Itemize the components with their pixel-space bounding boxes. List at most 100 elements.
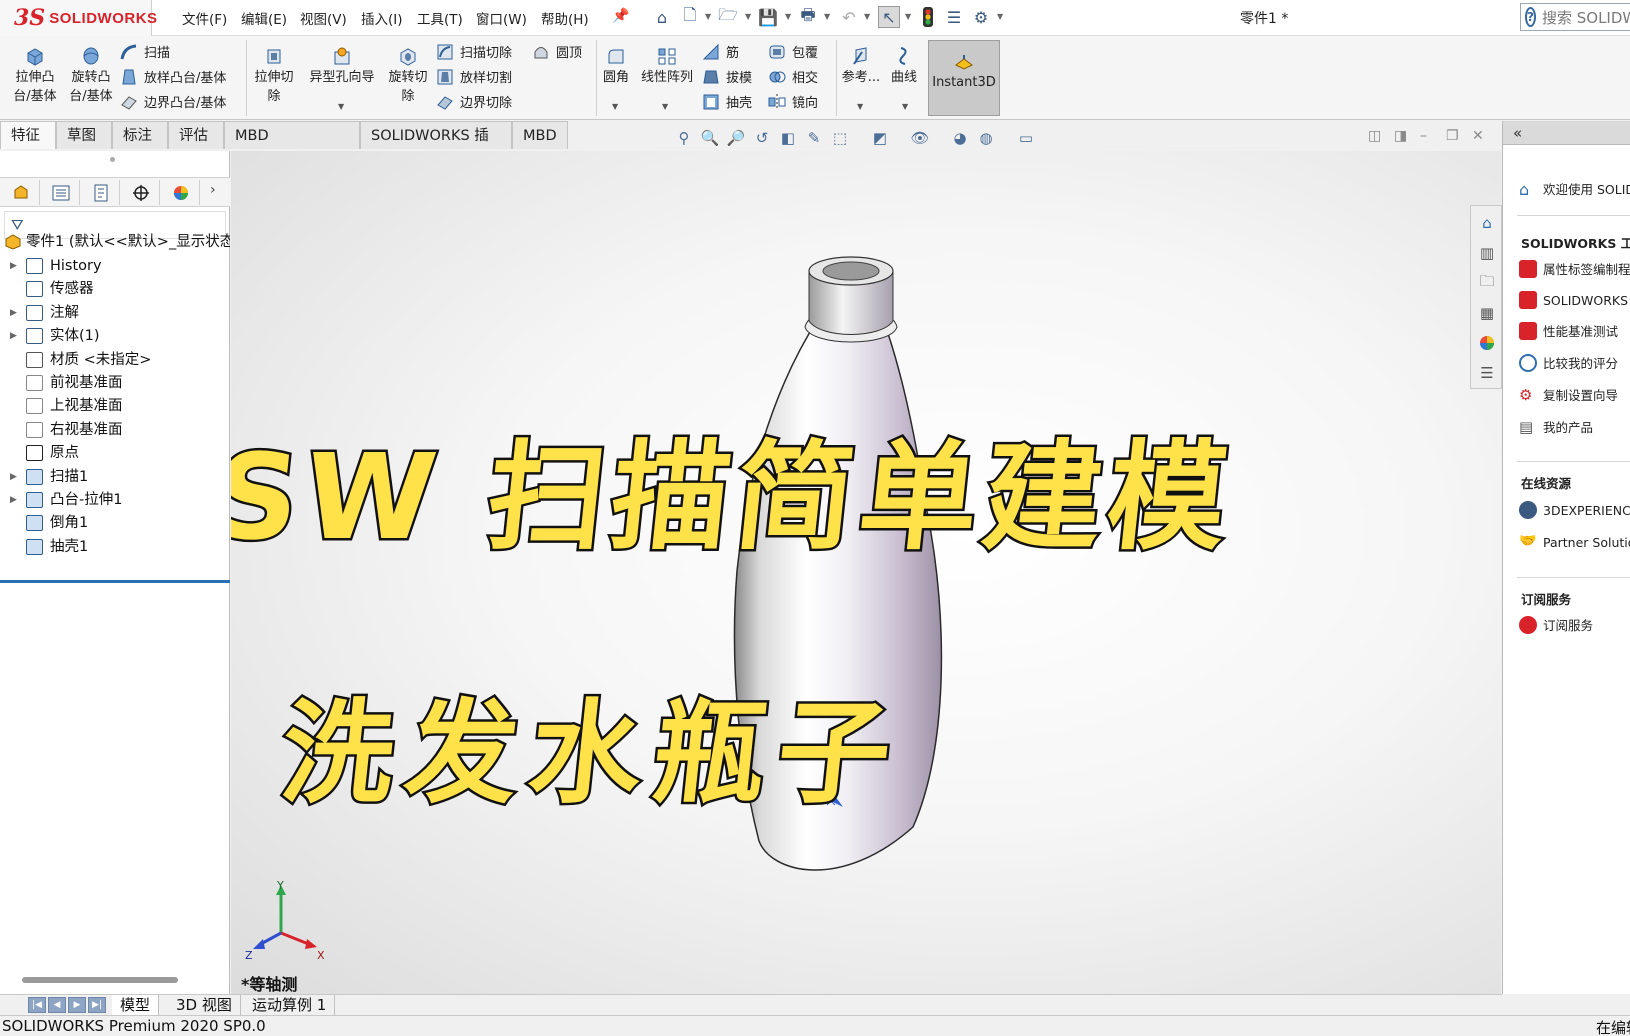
view-settings-icon[interactable]: ▭ [1016, 128, 1036, 148]
shell-button[interactable]: 抽壳 [702, 92, 752, 111]
tp-tool-compare-score[interactable]: 比较我的评分 [1519, 353, 1618, 372]
select-arrow-icon[interactable]: ↖ [878, 6, 900, 28]
first-tab-arrow-icon[interactable]: |◀ [28, 997, 46, 1013]
tab-features[interactable]: 特征 [0, 121, 56, 149]
display-manager-icon[interactable] [162, 180, 200, 205]
loft-boss-button[interactable]: 放样凸台/基体 [120, 67, 226, 86]
dimxpert-manager-icon[interactable] [122, 180, 160, 205]
menu-help[interactable]: 帮助(H) [541, 8, 589, 28]
lofted-cut-button[interactable]: 放样切割 [436, 67, 512, 86]
task-pane-collapse[interactable]: « [1503, 121, 1630, 145]
menu-edit[interactable]: 编辑(E) [241, 8, 287, 28]
solidworks-logo[interactable]: 3S SOLIDWORKS [0, 0, 157, 36]
expand-arrow-icon[interactable]: ▶ [10, 302, 17, 324]
tp-tool-copy-settings-wizard[interactable]: ⚙ 复制设置向导 [1519, 385, 1618, 404]
view-palette-icon[interactable]: ▦ [1476, 302, 1498, 324]
graphics-area[interactable]: SW 扫描简单建模 洗发水瓶子 Y X Z *等轴测 [231, 151, 1501, 994]
print-dropdown-arrow[interactable]: ▼ [824, 12, 830, 21]
menu-insert[interactable]: 插入(I) [361, 8, 403, 28]
fillet-dropdown-arrow[interactable]: ▼ [612, 102, 618, 111]
tree-item-front-plane[interactable]: 前视基准面 [0, 372, 230, 394]
options-gear-icon[interactable]: ⚙ [970, 6, 992, 28]
tab-solidworks-addins[interactable]: SOLIDWORKS 插件 [360, 121, 512, 172]
save-icon[interactable]: 💾 [757, 6, 779, 28]
configuration-manager-icon[interactable] [82, 180, 120, 205]
boundary-cut-button[interactable]: 边界切除 [436, 92, 512, 111]
view-orientation-cube-icon[interactable]: ⬚ [830, 128, 850, 148]
appearances-scenes-icon[interactable] [1476, 332, 1498, 354]
tp-tool-performance-benchmark[interactable]: 性能基准测试 [1519, 321, 1618, 340]
minimize-icon[interactable]: – [1420, 128, 1427, 144]
reference-dropdown-arrow[interactable]: ▼ [857, 102, 863, 111]
menu-tools[interactable]: 工具(T) [417, 8, 463, 28]
mirror-button[interactable]: 镜向 [768, 92, 818, 111]
extrude-boss-button[interactable]: 拉伸凸 台/基体 [10, 46, 60, 106]
previous-tab-arrow-icon[interactable]: ◀ [48, 997, 66, 1013]
home-icon[interactable]: ⌂ [651, 6, 673, 28]
tab-mbd-dimensions[interactable]: MBD Dimensions [224, 121, 360, 172]
hole-wizard-button[interactable]: 异型孔向导 [304, 46, 380, 87]
tab-motion-study-1[interactable]: 运动算例 1 [244, 995, 336, 1015]
rib-button[interactable]: 筋 [702, 42, 739, 61]
undo-dropdown-arrow[interactable]: ▼ [864, 12, 870, 21]
view-orientation-icon[interactable]: ⚲ [674, 128, 694, 148]
previous-view-icon[interactable]: ↺ [752, 128, 772, 148]
boundary-boss-button[interactable]: 边界凸台/基体 [120, 92, 226, 111]
hole-wizard-dropdown-arrow[interactable]: ▼ [338, 102, 344, 111]
panel-grip-icon[interactable] [110, 157, 115, 162]
tree-root-part[interactable]: 零件1 (默认<<默认>_显示状态 1>) [0, 231, 230, 253]
tab-3d-views[interactable]: 3D 视图 [168, 995, 241, 1015]
tree-item-annotations[interactable]: ▶ 注解 [0, 302, 230, 324]
expand-arrow-icon[interactable]: ▶ [10, 489, 17, 511]
property-manager-icon[interactable] [42, 180, 80, 205]
menu-file[interactable]: 文件(F) [182, 8, 227, 28]
horizontal-scrollbar[interactable] [22, 977, 178, 983]
tab-sketch[interactable]: 草图 [56, 121, 112, 149]
fillet-button[interactable]: 圆角 [600, 46, 632, 87]
tp-subscription-services[interactable]: 订阅服务 [1519, 615, 1593, 634]
tile-right-icon[interactable]: ◨ [1394, 128, 1407, 144]
open-dropdown-arrow[interactable]: ▼ [745, 12, 751, 21]
tab-mbd[interactable]: MBD [512, 121, 568, 149]
tp-tool-property-tab-builder[interactable]: 属性标签编制程序 [1519, 259, 1630, 278]
new-dropdown-arrow[interactable]: ▼ [705, 12, 711, 21]
intersect-button[interactable]: 相交 [768, 67, 818, 86]
next-tab-arrow-icon[interactable]: ▶ [68, 997, 86, 1013]
tp-tool-my-products[interactable]: ▤ 我的产品 [1519, 417, 1593, 436]
wrap-button[interactable]: 包覆 [768, 42, 818, 61]
menu-window[interactable]: 窗口(W) [476, 8, 527, 28]
apply-scene-icon[interactable]: ◍ [976, 128, 996, 148]
tree-item-origin[interactable]: 原点 [0, 442, 230, 464]
print-icon[interactable]: 🖶 [797, 5, 819, 28]
tree-item-history[interactable]: ▶ History [0, 255, 230, 277]
help-question-icon[interactable]: ? [1525, 7, 1536, 27]
reference-triad[interactable]: Y X Z [245, 881, 335, 961]
curves-button[interactable]: 曲线 [886, 46, 922, 87]
tree-item-chamfer1[interactable]: 倒角1 [0, 512, 230, 534]
dome-button[interactable]: 圆顶 [532, 42, 582, 61]
tree-item-material[interactable]: 材质 <未指定> [0, 349, 230, 371]
tab-model[interactable]: 模型 [112, 995, 160, 1015]
expand-arrow-icon[interactable]: ▶ [10, 466, 17, 488]
undo-icon[interactable]: ↶ [838, 6, 860, 28]
search-input[interactable]: ? 搜索 SOLIDWORKS [1520, 3, 1630, 31]
tree-item-sensors[interactable]: 传感器 [0, 278, 230, 300]
file-properties-icon[interactable]: ☰ [943, 6, 965, 28]
linear-pattern-button[interactable]: 线性阵列 [638, 46, 696, 87]
new-document-icon[interactable]: 🗋 [679, 5, 701, 28]
tree-item-top-plane[interactable]: 上视基准面 [0, 395, 230, 417]
custom-properties-icon[interactable]: ☰ [1476, 362, 1498, 384]
tab-evaluate[interactable]: 评估 [168, 121, 224, 149]
collapse-double-chevron-icon[interactable]: « [1513, 124, 1522, 142]
tree-item-shell1[interactable]: 抽壳1 [0, 536, 230, 558]
tree-item-right-plane[interactable]: 右视基准面 [0, 419, 230, 441]
last-tab-arrow-icon[interactable]: ▶| [88, 997, 106, 1013]
options-dropdown-arrow[interactable]: ▼ [997, 12, 1003, 21]
display-style-icon[interactable]: ◩ [870, 128, 890, 148]
rebuild-traffic-light-icon[interactable] [917, 6, 939, 28]
curves-dropdown-arrow[interactable]: ▼ [902, 102, 908, 111]
restore-icon[interactable]: ❐ [1446, 128, 1459, 144]
revolve-cut-button[interactable]: 旋转切 除 [384, 46, 432, 106]
featuremanager-tree-icon[interactable] [2, 180, 40, 205]
swept-cut-button[interactable]: 扫描切除 [436, 42, 512, 61]
